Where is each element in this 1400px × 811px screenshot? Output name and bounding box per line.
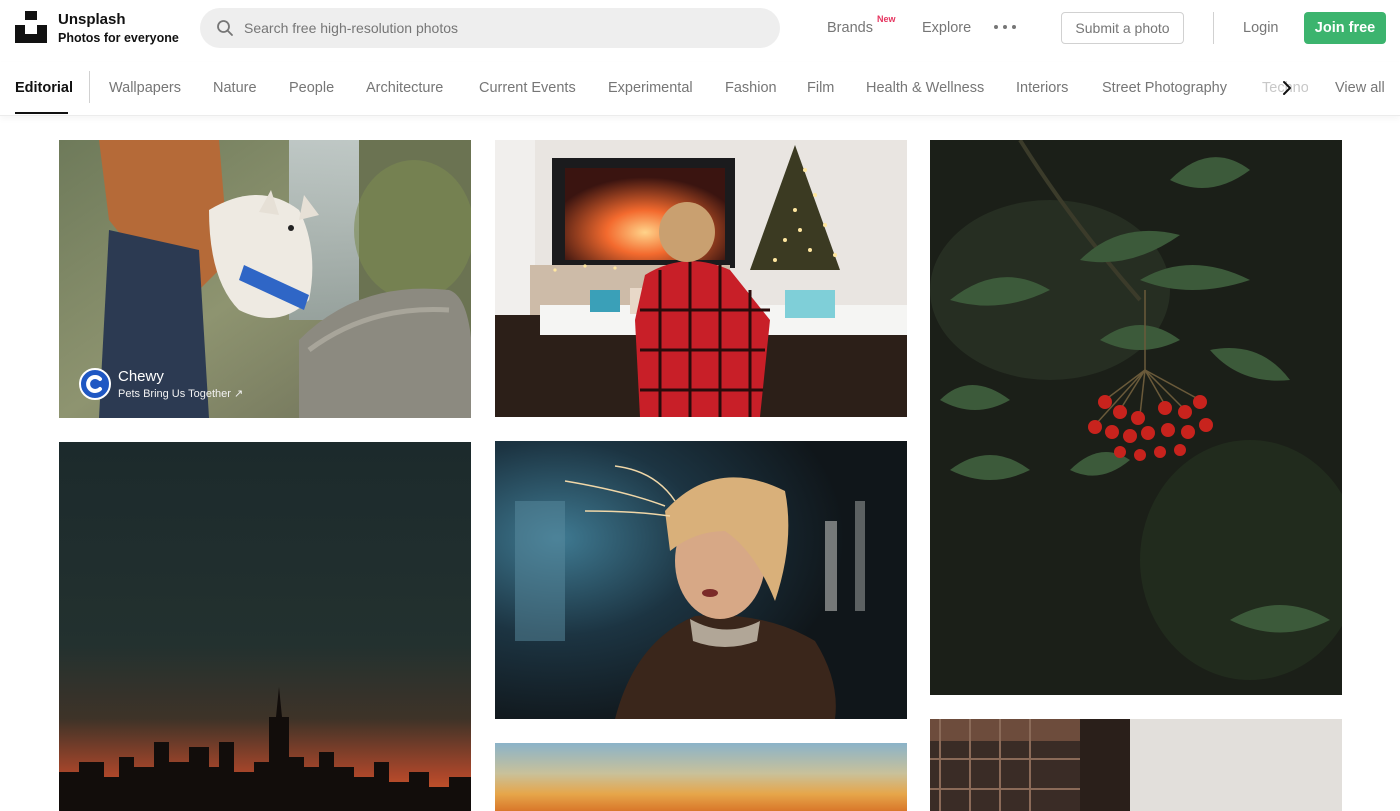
header-divider xyxy=(1213,12,1214,44)
chevron-right-icon[interactable] xyxy=(1280,78,1294,98)
photo-card-dog[interactable]: Chewy Pets Bring Us Together ↗ xyxy=(59,140,471,418)
topic-street-photography[interactable]: Street Photography xyxy=(1102,79,1227,97)
sponsor-info[interactable]: Chewy Pets Bring Us Together ↗ xyxy=(79,366,339,406)
logo-text[interactable]: Unsplash Photos for everyone xyxy=(58,11,179,46)
search-icon[interactable] xyxy=(216,19,234,37)
topic-interiors[interactable]: Interiors xyxy=(1016,79,1068,97)
nav-brands-link[interactable]: Brands xyxy=(827,19,873,37)
topic-people[interactable]: People xyxy=(289,79,334,97)
topic-fashion[interactable]: Fashion xyxy=(725,79,777,97)
sponsor-avatar[interactable] xyxy=(79,368,111,400)
topic-wallpapers[interactable]: Wallpapers xyxy=(109,79,181,97)
sponsor-tagline[interactable]: Pets Bring Us Together ↗ xyxy=(118,387,243,401)
topic-current-events[interactable]: Current Events xyxy=(479,79,576,97)
topic-nature[interactable]: Nature xyxy=(213,79,257,97)
topic-divider xyxy=(89,71,90,103)
topic-film[interactable]: Film xyxy=(807,79,834,97)
fireplace-photo-image xyxy=(495,140,907,417)
building-photo-image xyxy=(930,719,1342,811)
search-input[interactable] xyxy=(244,8,764,48)
topic-editorial[interactable]: Editorial xyxy=(15,79,73,97)
skyline-photo-image xyxy=(59,442,471,811)
submit-photo-button[interactable]: Submit a photo xyxy=(1061,12,1184,44)
sunset-photo-image xyxy=(495,743,907,811)
logo-tagline: Photos for everyone xyxy=(58,31,179,45)
search-bar[interactable] xyxy=(200,8,780,48)
more-options-icon[interactable] xyxy=(992,17,1018,37)
join-free-button[interactable]: Join free xyxy=(1304,12,1386,44)
nav-explore-link[interactable]: Explore xyxy=(922,19,971,37)
photo-card-portrait[interactable] xyxy=(495,441,907,719)
new-badge: New xyxy=(877,14,896,24)
photo-card-skyline[interactable] xyxy=(59,442,471,811)
photo-card-fireplace[interactable] xyxy=(495,140,907,417)
logo-name: Unsplash xyxy=(58,11,126,28)
photo-card-sunset[interactable] xyxy=(495,743,907,811)
active-topic-indicator xyxy=(15,112,68,114)
portrait-photo-image xyxy=(495,441,907,719)
chewy-logo-icon xyxy=(86,375,102,393)
topic-health-wellness[interactable]: Health & Wellness xyxy=(866,79,984,97)
topic-navigation: Editorial Wallpapers Nature People Archi… xyxy=(0,62,1400,116)
topic-experimental[interactable]: Experimental xyxy=(608,79,693,97)
berries-photo-image xyxy=(930,140,1342,695)
sponsor-name[interactable]: Chewy xyxy=(118,368,164,386)
photo-card-berries[interactable] xyxy=(930,140,1342,695)
unsplash-logo-icon[interactable] xyxy=(15,11,47,43)
top-header: Unsplash Photos for everyone Brands New … xyxy=(0,0,1400,56)
login-link[interactable]: Login xyxy=(1243,19,1278,37)
view-all-topics-link[interactable]: View all xyxy=(1335,79,1385,97)
topic-architecture[interactable]: Architecture xyxy=(366,79,443,97)
photo-card-building[interactable] xyxy=(930,719,1342,811)
